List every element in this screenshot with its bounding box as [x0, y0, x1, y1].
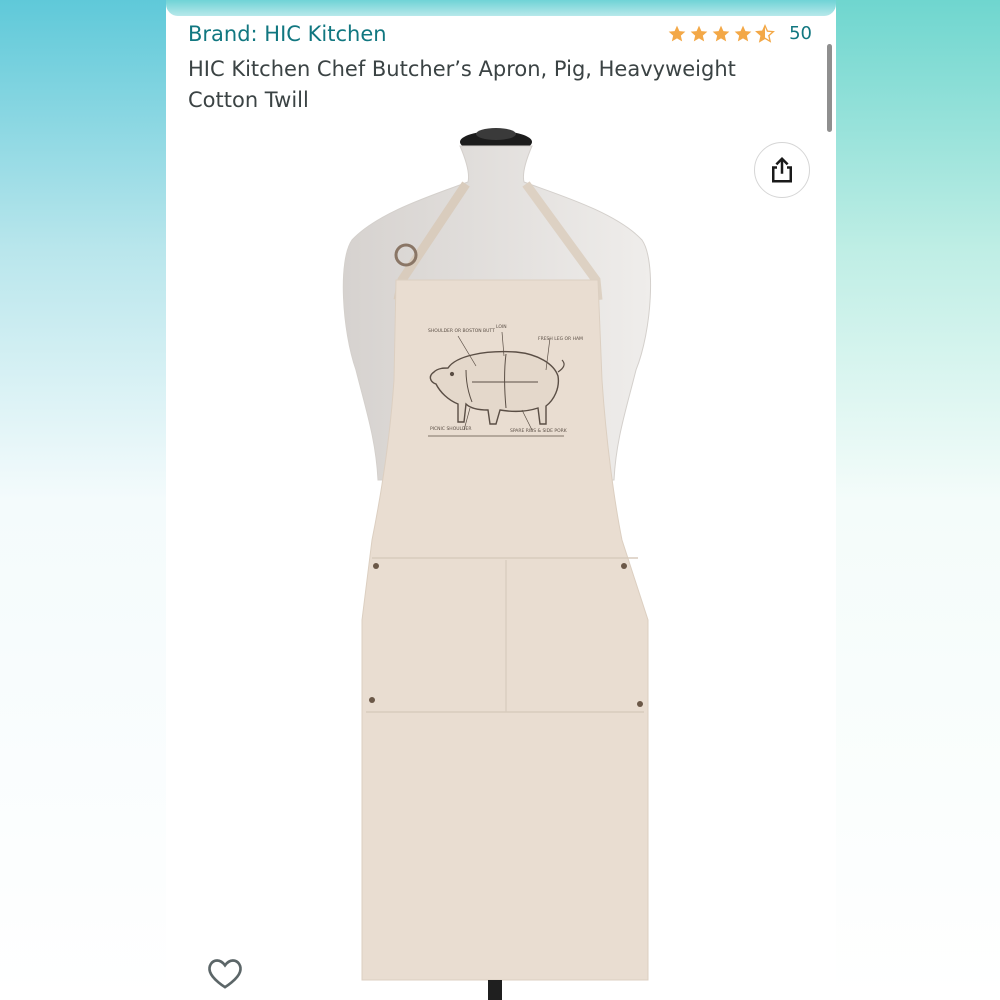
background-right: [836, 0, 1000, 1000]
mannequin-cap-top: [476, 128, 516, 140]
diagram-label: PICNIC SHOULDER: [430, 426, 471, 432]
rating-summary[interactable]: 50: [667, 23, 812, 44]
grommet: [373, 563, 379, 569]
background-left: [0, 0, 166, 1000]
product-image[interactable]: SHOULDER OR BOSTON BUTT LOIN FRESH LEG O…: [166, 120, 836, 1000]
star-icon: [690, 25, 708, 41]
top-header-strip: [166, 0, 836, 16]
scrollbar[interactable]: [827, 44, 832, 132]
grommet: [369, 697, 375, 703]
grommet: [637, 701, 643, 707]
star-rating: [667, 23, 776, 44]
share-button[interactable]: [754, 142, 810, 198]
mannequin-stand: [488, 980, 502, 1000]
diagram-label: SPARE RIBS & SIDE PORK: [510, 428, 568, 434]
star-icon: [734, 25, 752, 41]
rating-count[interactable]: 50: [789, 23, 812, 44]
grommet: [621, 563, 627, 569]
diagram-label: LOIN: [496, 324, 507, 330]
share-icon: [772, 156, 792, 183]
star-icon: [712, 25, 730, 41]
star-icon: [668, 25, 686, 41]
star-half-icon: [755, 23, 776, 43]
product-title: HIC Kitchen Chef Butcher’s Apron, Pig, H…: [188, 57, 736, 112]
heart-outline-icon: [208, 959, 242, 989]
diagram-label: SHOULDER OR BOSTON BUTT: [428, 328, 495, 334]
brand-link[interactable]: Brand: HIC Kitchen: [188, 22, 387, 46]
diagram-label: FRESH LEG OR HAM: [538, 336, 583, 342]
wishlist-button[interactable]: [202, 950, 248, 996]
product-page: Brand: HIC Kitchen 50 HIC Kitchen Chef B…: [166, 0, 836, 1000]
